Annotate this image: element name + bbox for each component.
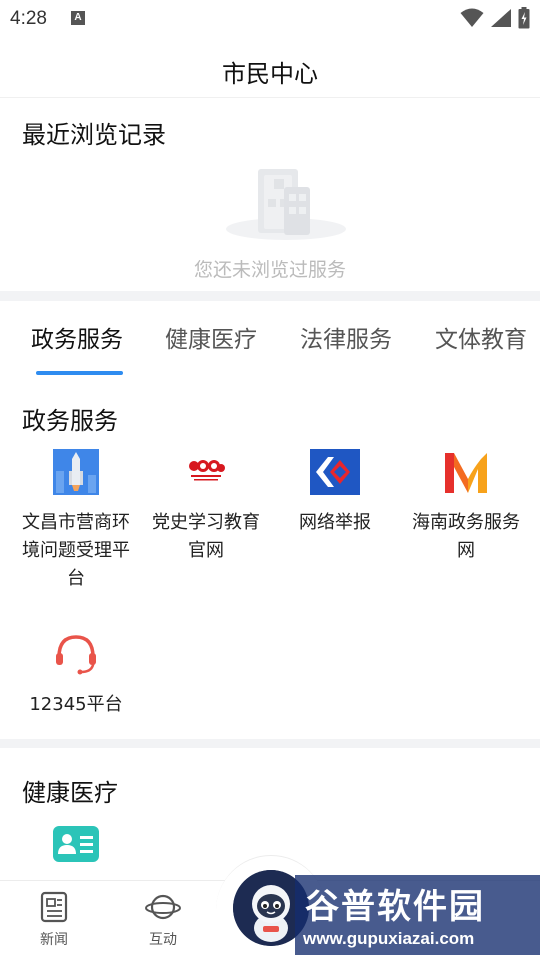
battery-icon: [518, 7, 530, 29]
party-history-icon: [183, 449, 229, 495]
nav-news-label: 新闻: [40, 932, 68, 948]
rocket-icon: [53, 449, 99, 495]
service-item-business-env[interactable]: 文昌市营商环境问题受理平台: [11, 449, 141, 589]
active-tab-indicator: [36, 371, 123, 375]
service-item-party-history[interactable]: 党史学习教育官网: [141, 449, 271, 589]
status-time: 4:28: [10, 8, 47, 29]
watermark-url: www.gupuxiazai.com: [303, 929, 475, 948]
service-label: 文昌市营商环境问题受理平台: [22, 512, 130, 589]
headset-icon: [56, 635, 96, 675]
planet-icon: [145, 894, 181, 920]
recent-title: 最近浏览记录: [22, 121, 166, 149]
tab-culture-education[interactable]: 文体教育: [435, 320, 527, 354]
empty-buildings-illustration: [226, 169, 346, 240]
service-item-12345[interactable]: 12345平台: [11, 631, 141, 721]
top-bar: 市民中心: [0, 38, 540, 98]
watermark: 谷普软件园 www.gupuxiazai.com: [295, 875, 540, 955]
tab-gov-services[interactable]: 政务服务: [31, 320, 123, 354]
health-service-item[interactable]: [11, 826, 141, 866]
report-icon: [310, 449, 360, 495]
service-label: 网络举报: [299, 512, 371, 533]
tab-health[interactable]: 健康医疗: [165, 320, 257, 354]
recent-browsing-section: 最近浏览记录 您还未浏览过服务: [0, 99, 540, 291]
recent-empty-text: 您还未浏览过服务: [193, 259, 346, 281]
watermark-title: 谷普软件园: [305, 887, 485, 927]
gov-section-title: 政务服务: [22, 407, 118, 435]
section-divider: [0, 291, 540, 301]
status-icons: [460, 7, 530, 29]
service-item-hainan-gov[interactable]: 海南政务服务网: [401, 449, 531, 589]
news-icon: [40, 891, 68, 923]
health-section-title: 健康医疗: [22, 779, 118, 807]
wifi-icon: [460, 8, 484, 27]
nav-interact[interactable]: 互动: [133, 891, 193, 949]
page-title: 市民中心: [222, 60, 318, 88]
hainan-gov-icon: [443, 449, 489, 495]
category-tabs: 政务服务 健康医疗 法律服务 文体教育: [0, 302, 540, 378]
nav-news[interactable]: 新闻: [24, 891, 84, 949]
service-label: 12345平台: [29, 694, 123, 715]
tab-legal[interactable]: 法律服务: [300, 320, 392, 354]
notification-icon: A: [71, 11, 85, 25]
section-divider: [0, 739, 540, 748]
nav-interact-label: 互动: [149, 932, 177, 948]
id-card-icon: [53, 826, 99, 862]
service-label: 海南政务服务网: [412, 512, 520, 561]
service-label: 党史学习教育官网: [152, 512, 260, 561]
service-item-online-report[interactable]: 网络举报: [270, 449, 400, 589]
status-bar: 4:28 A: [0, 0, 540, 38]
signal-icon: [491, 9, 511, 27]
